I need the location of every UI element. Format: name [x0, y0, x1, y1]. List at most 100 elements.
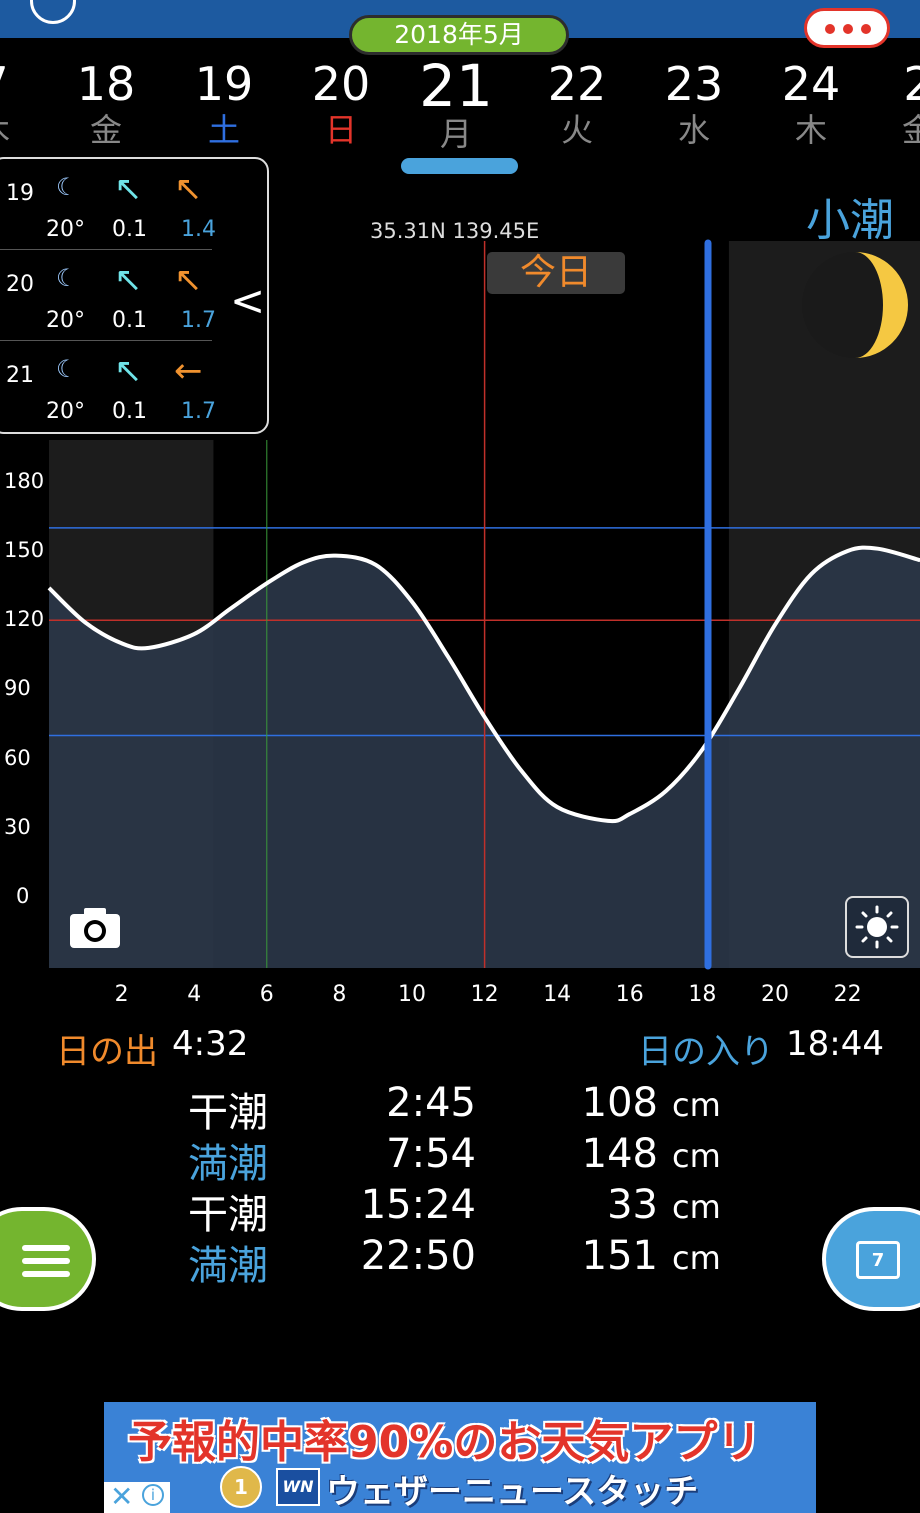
- medal-icon: 1: [220, 1466, 262, 1508]
- panel-moon-age: 20°: [46, 217, 85, 242]
- x-tick-label: 8: [332, 982, 347, 1007]
- y-tick-label: 0: [16, 884, 30, 908]
- moon-icon: ☾: [56, 173, 78, 201]
- app-logo: WN: [276, 1468, 320, 1506]
- x-tick-label: 6: [259, 982, 274, 1007]
- day-21[interactable]: 21 月: [401, 52, 511, 154]
- day-18[interactable]: 18 金: [51, 58, 161, 150]
- location-coordinates: 35.31N 139.45E: [370, 219, 540, 243]
- current-arrow-icon: ↖: [114, 169, 143, 209]
- wind-arrow-icon: ↖: [174, 260, 203, 300]
- day-2[interactable]: 2金: [863, 58, 920, 150]
- moon-icon: ☾: [56, 264, 78, 292]
- day-number: 18: [76, 57, 136, 111]
- tide-height: 108: [581, 1080, 658, 1126]
- tide-time: 2:45: [386, 1080, 476, 1126]
- day-22[interactable]: 22 火: [522, 58, 632, 150]
- tide-time: 7:54: [386, 1131, 476, 1177]
- selected-day-indicator: [401, 158, 518, 174]
- y-tick-label: 150: [4, 538, 45, 562]
- calendar-icon: 7: [856, 1241, 900, 1279]
- panel-wind: 1.7: [181, 399, 216, 424]
- day-7[interactable]: 7木: [0, 58, 49, 150]
- panel-row: 21 ☾ 20° ↖ 0.1 ← 1.7: [0, 341, 271, 431]
- sunset-label: 日の入り: [638, 1032, 774, 1072]
- day-number: 19: [194, 57, 254, 111]
- moon-current-panel[interactable]: 19 ☾ 20° ↖ 0.1 ↖ 1.4 20 ☾ 20° ↖ 0.1 ↖ 1.7 21 ☾ 20° ↖ 0.1 ← 1…: [0, 157, 269, 434]
- x-tick-label: 10: [398, 982, 426, 1007]
- weekday: 水: [677, 111, 710, 149]
- day-24[interactable]: 24 木: [756, 58, 866, 150]
- ad-headline: 予報的中率90%のお天気アプリ: [128, 1417, 762, 1468]
- tide-height: 151: [581, 1233, 658, 1279]
- panel-moon-age: 20°: [46, 399, 85, 424]
- chevron-left-icon[interactable]: <: [230, 276, 265, 325]
- day-number: 22: [547, 57, 607, 111]
- tide-row: 満潮 22:50 151 cm: [0, 1233, 920, 1289]
- month-label[interactable]: 2018年5月: [349, 15, 569, 55]
- day-23[interactable]: 23 水: [639, 58, 749, 150]
- tide-height: 33: [607, 1182, 658, 1228]
- current-arrow-icon: ↖: [114, 351, 143, 391]
- panel-row: 19 ☾ 20° ↖ 0.1 ↖ 1.4: [0, 159, 271, 249]
- sunset-time: 18:44: [786, 1024, 884, 1064]
- day-number: 2: [903, 57, 920, 111]
- tide-unit: cm: [672, 1086, 721, 1124]
- y-tick-label: 30: [4, 814, 31, 839]
- calendar-button[interactable]: 7: [822, 1207, 920, 1311]
- weekday: 木: [0, 110, 49, 150]
- panel-current: 0.1: [112, 217, 147, 242]
- more-dots-icon[interactable]: [804, 8, 890, 48]
- ad-app-name: ウェザーニュースタッチ: [326, 1472, 699, 1512]
- panel-current: 0.1: [112, 308, 147, 333]
- x-tick-label: 2: [114, 982, 129, 1007]
- tide-unit: cm: [672, 1239, 721, 1277]
- y-tick-label: 180: [4, 468, 45, 493]
- tide-row: 満潮 7:54 148 cm: [0, 1131, 920, 1187]
- tide-row: 干潮 2:45 108 cm: [0, 1080, 920, 1136]
- wind-arrow-icon: ←: [174, 351, 203, 391]
- weekday: 火: [560, 111, 593, 149]
- camera-icon[interactable]: [68, 906, 122, 950]
- panel-day: 21: [6, 363, 34, 388]
- x-tick-label: 18: [688, 982, 717, 1007]
- day-number: 7: [0, 58, 49, 110]
- tide-type: 干潮: [188, 1090, 268, 1136]
- weekday: 日: [324, 111, 357, 149]
- moon-icon: ☾: [56, 355, 78, 383]
- panel-wind: 1.4: [181, 217, 216, 242]
- day-number: 23: [664, 57, 724, 111]
- y-tick-label: 120: [4, 607, 45, 632]
- y-tick-label: 90: [4, 676, 31, 701]
- sun-icon[interactable]: [845, 896, 909, 958]
- current-arrow-icon: ↖: [114, 260, 143, 300]
- ad-controls[interactable]: ✕ i: [104, 1480, 170, 1513]
- x-tick-label: 12: [470, 982, 499, 1007]
- panel-moon-age: 20°: [46, 308, 85, 333]
- panel-day: 19: [6, 181, 34, 206]
- today-label: 今日: [487, 252, 625, 294]
- day-20[interactable]: 20 日: [286, 58, 396, 150]
- sunrise-time: 4:32: [172, 1024, 249, 1064]
- ad-banner[interactable]: 予報的中率90%のお天気アプリ 1 WN ウェザーニュースタッチ ✕ i: [104, 1402, 816, 1513]
- wind-arrow-icon: ↖: [174, 169, 203, 209]
- day-19[interactable]: 19 土: [169, 58, 279, 150]
- x-tick-label: 22: [833, 982, 862, 1007]
- tide-unit: cm: [672, 1137, 721, 1175]
- tide-type: 満潮: [188, 1243, 268, 1289]
- weekday: 月: [439, 115, 472, 153]
- calendar-day: 7: [871, 1250, 885, 1271]
- tide-type: 干潮: [188, 1192, 268, 1238]
- info-icon[interactable]: i: [142, 1484, 164, 1506]
- day-number: 21: [419, 52, 493, 120]
- tide-type: 満潮: [188, 1141, 268, 1187]
- weekday: 金: [901, 111, 920, 149]
- weekday: 土: [207, 111, 240, 149]
- weekday: 木: [794, 111, 827, 149]
- tide-time: 22:50: [360, 1233, 476, 1279]
- weekday: 金: [89, 111, 122, 149]
- tide-type-label: 小潮: [806, 195, 894, 246]
- x-tick-label: 20: [761, 982, 789, 1007]
- panel-current: 0.1: [112, 399, 147, 424]
- close-icon[interactable]: ✕: [110, 1480, 133, 1513]
